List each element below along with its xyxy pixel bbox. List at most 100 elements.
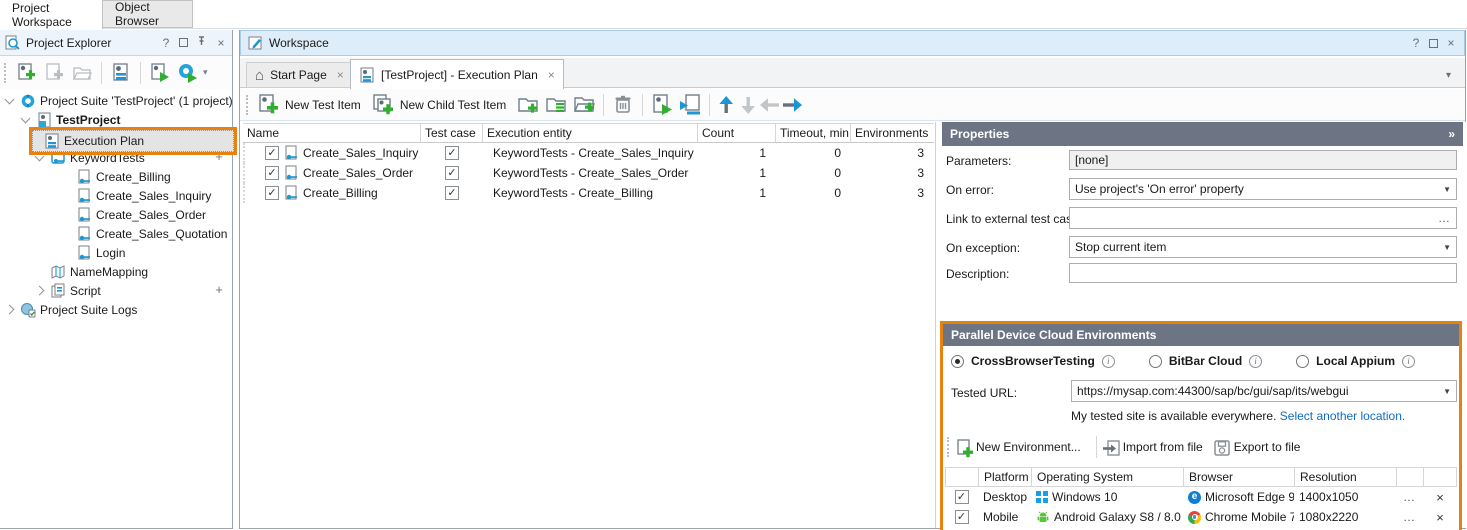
run-project-button[interactable] bbox=[146, 59, 174, 87]
import-from-file-button[interactable]: Import from file bbox=[1102, 439, 1203, 455]
tree-item-login[interactable]: Login bbox=[0, 243, 232, 262]
tree-item-create-billing[interactable]: Create_Billing bbox=[0, 167, 232, 186]
provider-crossbrowsertesting[interactable]: CrossBrowserTesting i bbox=[951, 354, 1115, 368]
add-to-group-button[interactable] bbox=[570, 91, 598, 119]
tree-item-execution-plan-selected[interactable]: Execution Plan bbox=[32, 130, 234, 152]
column-header-test-case[interactable]: Test case bbox=[421, 124, 483, 142]
tree-item-script[interactable]: Script + bbox=[0, 281, 232, 300]
column-header-os[interactable]: Operating System bbox=[1032, 468, 1184, 486]
run-project-suite-button[interactable] bbox=[174, 59, 202, 87]
count-value[interactable]: 1 bbox=[698, 186, 776, 200]
test-item-row[interactable]: ✓ Create_Sales_Order ✓ KeywordTests - Cr… bbox=[243, 163, 934, 183]
env-enabled-checkbox[interactable]: ✓ bbox=[955, 490, 969, 504]
run-selected-items-button[interactable] bbox=[676, 91, 704, 119]
new-child-test-item-icon[interactable] bbox=[369, 91, 397, 119]
tree-item-create-sales-order[interactable]: Create_Sales_Order bbox=[0, 205, 232, 224]
tested-url-combo[interactable]: https://mysap.com:44300/sap/bc/gui/sap/i… bbox=[1071, 380, 1457, 402]
test-item-row[interactable]: ✓ Create_Billing ✓ KeywordTests - Create… bbox=[243, 183, 934, 203]
enabled-checkbox[interactable]: ✓ bbox=[265, 146, 279, 160]
radio-selected-icon[interactable] bbox=[951, 355, 964, 368]
close-tab-icon[interactable]: × bbox=[337, 68, 344, 82]
count-value[interactable]: 1 bbox=[698, 146, 776, 160]
environment-row-desktop[interactable]: ✓ Desktop Windows 10 eMicrosoft Edge 91 … bbox=[945, 487, 1457, 507]
provider-bitbar-cloud[interactable]: BitBar Cloud i bbox=[1149, 354, 1262, 368]
environment-row-mobile[interactable]: ✓ Mobile Android Galaxy S8 / 8.0 Chrome … bbox=[945, 507, 1457, 527]
info-icon[interactable]: i bbox=[1102, 355, 1115, 368]
column-header-timeout[interactable]: Timeout, min bbox=[776, 124, 851, 142]
delete-button[interactable] bbox=[609, 91, 637, 119]
tree-item-namemapping[interactable]: NameMapping bbox=[0, 262, 232, 281]
environments-value[interactable]: 3 bbox=[851, 166, 934, 180]
on-error-dropdown[interactable]: Use project's 'On error' property ▼ bbox=[1069, 178, 1457, 200]
chevron-down-icon[interactable] bbox=[5, 94, 15, 104]
tree-item-project-suite[interactable]: Project Suite 'TestProject' (1 project) bbox=[0, 91, 232, 110]
chevron-down-icon[interactable] bbox=[21, 113, 31, 123]
test-case-checkbox[interactable]: ✓ bbox=[445, 186, 459, 200]
env-edit-ellipsis-button[interactable]: … bbox=[1396, 510, 1423, 524]
toolbar-grip[interactable] bbox=[246, 95, 250, 115]
export-to-file-button[interactable]: Export to file bbox=[1213, 439, 1301, 455]
open-file-button-disabled[interactable] bbox=[68, 59, 96, 87]
tree-item-create-sales-inquiry[interactable]: Create_Sales_Inquiry bbox=[0, 186, 232, 205]
description-field[interactable] bbox=[1069, 263, 1457, 283]
column-header-count[interactable]: Count bbox=[698, 124, 776, 142]
env-delete-icon[interactable]: × bbox=[1423, 510, 1457, 525]
enabled-checkbox[interactable]: ✓ bbox=[265, 166, 279, 180]
close-icon[interactable]: × bbox=[214, 36, 228, 50]
on-exception-dropdown[interactable]: Stop current item ▼ bbox=[1069, 236, 1457, 258]
test-case-checkbox[interactable]: ✓ bbox=[445, 166, 459, 180]
close-tab-icon[interactable]: × bbox=[548, 68, 555, 82]
parameters-field[interactable]: [none] bbox=[1069, 150, 1457, 170]
tree-item-create-sales-quotation[interactable]: Create_Sales_Quotation bbox=[0, 224, 232, 243]
column-header-environments[interactable]: Environments bbox=[851, 124, 934, 142]
environments-value[interactable]: 3 bbox=[851, 186, 934, 200]
env-enabled-checkbox[interactable]: ✓ bbox=[955, 510, 969, 524]
add-new-item-button[interactable] bbox=[12, 59, 40, 87]
move-down-button-disabled[interactable] bbox=[737, 94, 759, 116]
toolbar-grip[interactable] bbox=[947, 437, 951, 457]
close-icon[interactable]: × bbox=[1444, 36, 1458, 50]
new-group-button[interactable] bbox=[514, 91, 542, 119]
new-test-item-icon[interactable] bbox=[254, 91, 282, 119]
tab-object-browser[interactable]: Object Browser bbox=[103, 0, 193, 28]
chevron-right-icon[interactable] bbox=[5, 305, 15, 315]
info-icon[interactable]: i bbox=[1249, 355, 1262, 368]
help-icon[interactable]: ? bbox=[1409, 36, 1423, 50]
test-item-row[interactable]: ✓ Create_Sales_Inquiry ✓ KeywordTests - … bbox=[243, 143, 934, 163]
tree-item-project-suite-logs[interactable]: Project Suite Logs bbox=[0, 300, 232, 319]
new-test-item-button[interactable]: New Test Item bbox=[285, 98, 361, 112]
environments-value[interactable]: 3 bbox=[851, 146, 934, 160]
count-value[interactable]: 1 bbox=[698, 166, 776, 180]
execution-plan-button[interactable] bbox=[107, 59, 135, 87]
toolbar-menu-caret[interactable]: ▾ bbox=[203, 67, 208, 78]
column-header-platform[interactable]: Platform bbox=[979, 468, 1032, 486]
move-left-button-disabled[interactable] bbox=[759, 94, 781, 116]
collapse-pane-icon[interactable]: » bbox=[1448, 127, 1455, 141]
test-case-checkbox[interactable]: ✓ bbox=[445, 146, 459, 160]
column-header-name[interactable]: Name bbox=[243, 124, 421, 142]
radio-icon[interactable] bbox=[1296, 355, 1309, 368]
env-edit-ellipsis-button[interactable]: … bbox=[1396, 490, 1423, 504]
select-location-link[interactable]: Select another location. bbox=[1280, 409, 1405, 423]
enabled-checkbox[interactable]: ✓ bbox=[265, 186, 279, 200]
timeout-value[interactable]: 0 bbox=[776, 186, 851, 200]
timeout-value[interactable]: 0 bbox=[776, 146, 851, 160]
toolbar-grip[interactable] bbox=[4, 63, 8, 83]
maximize-icon[interactable] bbox=[1429, 39, 1438, 48]
properties-splitter[interactable] bbox=[935, 122, 936, 528]
run-focused-item-button[interactable] bbox=[648, 91, 676, 119]
tab-project-workspace[interactable]: Project Workspace bbox=[0, 0, 103, 29]
column-header-browser[interactable]: Browser bbox=[1184, 468, 1295, 486]
move-right-button[interactable] bbox=[781, 94, 803, 116]
provider-local-appium[interactable]: Local Appium i bbox=[1296, 354, 1415, 368]
env-delete-icon[interactable]: × bbox=[1423, 490, 1457, 505]
info-icon[interactable]: i bbox=[1402, 355, 1415, 368]
new-environment-button[interactable]: New Environment... bbox=[955, 439, 1081, 455]
pin-icon[interactable] bbox=[194, 35, 208, 50]
column-header-resolution[interactable]: Resolution bbox=[1295, 468, 1397, 486]
move-up-button[interactable] bbox=[715, 94, 737, 116]
link-external-field[interactable]: … bbox=[1069, 207, 1457, 229]
chevron-right-icon[interactable] bbox=[35, 286, 45, 296]
tab-start-page[interactable]: ⌂ Start Page × bbox=[246, 62, 353, 88]
add-script-button[interactable]: + bbox=[212, 283, 226, 297]
